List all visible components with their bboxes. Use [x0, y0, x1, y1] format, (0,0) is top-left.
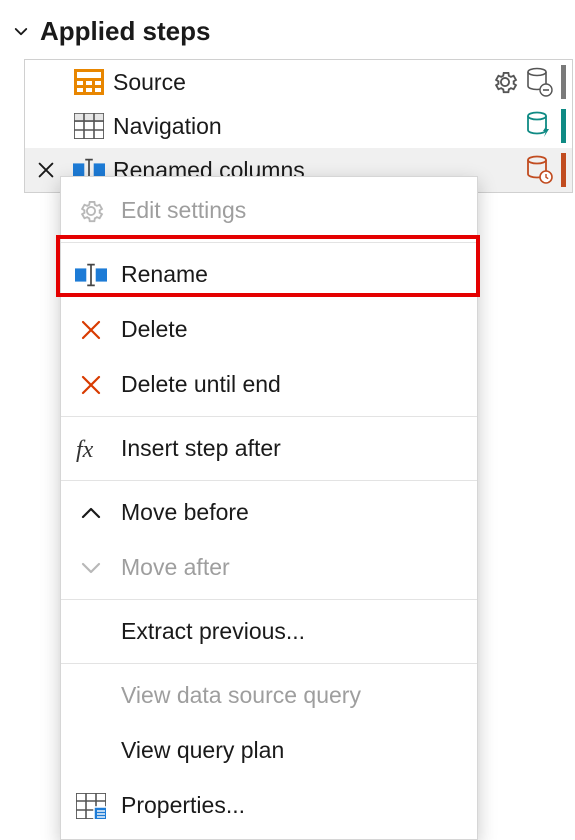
menu-rename[interactable]: Rename: [61, 247, 477, 302]
table-source-icon: [73, 69, 105, 95]
menu-separator: [61, 242, 477, 243]
menu-delete[interactable]: Delete: [61, 302, 477, 357]
status-bar: [561, 109, 566, 143]
x-icon: [75, 318, 107, 342]
menu-label: Delete: [121, 316, 187, 343]
svg-text:fx: fx: [76, 437, 94, 462]
menu-extract-previous[interactable]: Extract previous...: [61, 604, 477, 659]
applied-steps-panel: Source: [24, 59, 573, 193]
menu-properties[interactable]: Properties...: [61, 778, 477, 833]
step-label: Source: [113, 69, 491, 96]
panel-title: Applied steps: [40, 16, 210, 47]
menu-label: Move before: [121, 499, 249, 526]
menu-move-before[interactable]: Move before: [61, 485, 477, 540]
menu-separator: [61, 416, 477, 417]
table-properties-icon: [75, 793, 107, 819]
chevron-up-icon: [75, 503, 107, 523]
status-bar: [561, 153, 566, 187]
step-row-source[interactable]: Source: [25, 60, 572, 104]
fx-icon: fx: [75, 436, 107, 462]
database-clock-icon[interactable]: [525, 155, 553, 185]
step-label: Navigation: [113, 113, 525, 140]
chevron-down-icon: [12, 23, 30, 41]
step-context-menu: Edit settings Rename Delete Delete until…: [60, 176, 478, 840]
menu-separator: [61, 663, 477, 664]
menu-label: View data source query: [121, 682, 361, 709]
rename-icon: [75, 263, 107, 287]
menu-label: Extract previous...: [121, 618, 305, 645]
delete-step-icon[interactable]: [35, 159, 57, 181]
menu-move-after: Move after: [61, 540, 477, 595]
menu-label: Delete until end: [121, 371, 281, 398]
database-lightning-icon[interactable]: [525, 111, 553, 141]
menu-label: View query plan: [121, 737, 284, 764]
menu-edit-settings: Edit settings: [61, 183, 477, 238]
menu-delete-until-end[interactable]: Delete until end: [61, 357, 477, 412]
database-minus-icon[interactable]: [525, 67, 553, 97]
menu-view-data-source-query: View data source query: [61, 668, 477, 723]
menu-label: Rename: [121, 261, 208, 288]
gear-icon: [75, 197, 107, 225]
x-icon: [75, 373, 107, 397]
status-bar: [561, 65, 566, 99]
menu-separator: [61, 599, 477, 600]
menu-label: Insert step after: [121, 435, 281, 462]
menu-label: Properties...: [121, 792, 245, 819]
step-row-navigation[interactable]: Navigation: [25, 104, 572, 148]
menu-separator: [61, 480, 477, 481]
gear-icon[interactable]: [491, 68, 519, 96]
menu-view-query-plan[interactable]: View query plan: [61, 723, 477, 778]
menu-label: Edit settings: [121, 197, 246, 224]
table-grid-icon: [73, 113, 105, 139]
chevron-down-icon: [75, 558, 107, 578]
applied-steps-header[interactable]: Applied steps: [0, 0, 575, 59]
menu-label: Move after: [121, 554, 230, 581]
menu-insert-step-after[interactable]: fx Insert step after: [61, 421, 477, 476]
